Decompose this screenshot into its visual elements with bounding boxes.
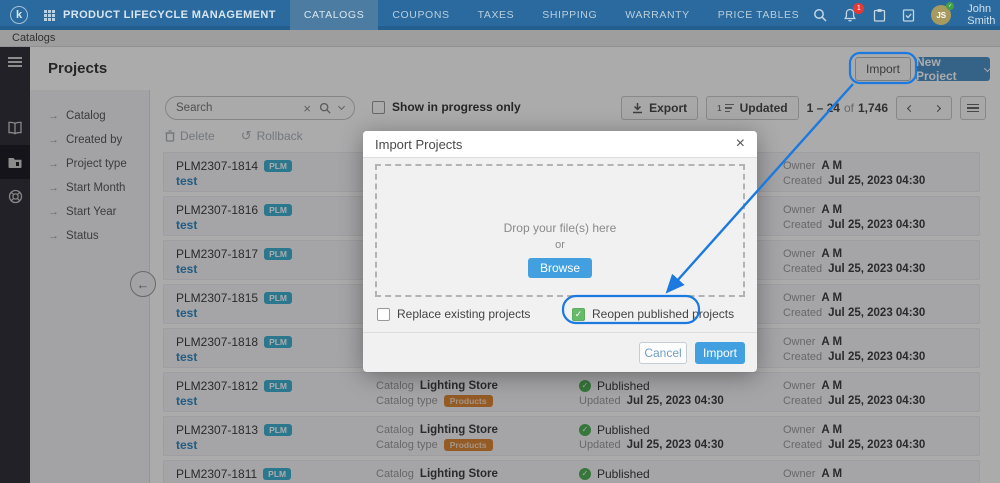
modal-body: Drop your file(s) here or Browse Replace…: [363, 158, 757, 332]
nav-tab[interactable]: TAXES: [464, 0, 529, 30]
file-dropzone[interactable]: Drop your file(s) here or Browse: [375, 164, 745, 297]
search-icon[interactable]: [813, 8, 827, 22]
modal-header: Import Projects ×: [363, 131, 757, 158]
clipboard-icon[interactable]: [873, 8, 886, 22]
notification-badge: 1: [853, 3, 865, 14]
nav-tab[interactable]: SHIPPING: [528, 0, 611, 30]
logo-icon: k: [10, 6, 28, 24]
replace-existing-checkbox[interactable]: Replace existing projects: [377, 307, 530, 321]
nav-tabs: CATALOGS COUPONS TAXES SHIPPING WARRANTY…: [289, 0, 814, 30]
nav-tab[interactable]: WARRANTY: [611, 0, 704, 30]
avatar-status-icon: ✓: [946, 2, 955, 10]
user-menu[interactable]: John Smith: [967, 3, 997, 27]
nav-tab[interactable]: PRICE TABLES: [704, 0, 814, 30]
notifications-bell-icon[interactable]: 1: [843, 3, 865, 22]
app-window: k PRODUCT LIFECYCLE MANAGEMENT CATALOGS …: [0, 0, 1000, 483]
import-projects-modal: Import Projects × Drop your file(s) here…: [363, 131, 757, 372]
cancel-button[interactable]: Cancel: [639, 341, 687, 364]
checkbox-checked-icon: ✓: [572, 307, 585, 321]
modal-footer: Cancel Import: [363, 332, 757, 372]
app-logo[interactable]: k: [0, 0, 38, 30]
close-icon[interactable]: ×: [736, 136, 745, 152]
apps-grid-icon[interactable]: [44, 9, 55, 21]
brand-title: PRODUCT LIFECYCLE MANAGEMENT: [63, 9, 276, 21]
reopen-published-checkbox[interactable]: ✓ Reopen published projects: [572, 307, 734, 321]
nav-tab[interactable]: COUPONS: [378, 0, 463, 30]
tasks-clipboard-check-icon[interactable]: [902, 8, 915, 22]
modal-import-button[interactable]: Import: [695, 341, 745, 364]
checkbox-icon: [377, 307, 390, 321]
modal-title: Import Projects: [375, 136, 463, 152]
top-navbar: k PRODUCT LIFECYCLE MANAGEMENT CATALOGS …: [0, 0, 1000, 30]
browse-button[interactable]: Browse: [527, 258, 592, 278]
user-avatar[interactable]: JS ✓: [931, 2, 955, 25]
nav-tab[interactable]: CATALOGS: [289, 0, 379, 30]
